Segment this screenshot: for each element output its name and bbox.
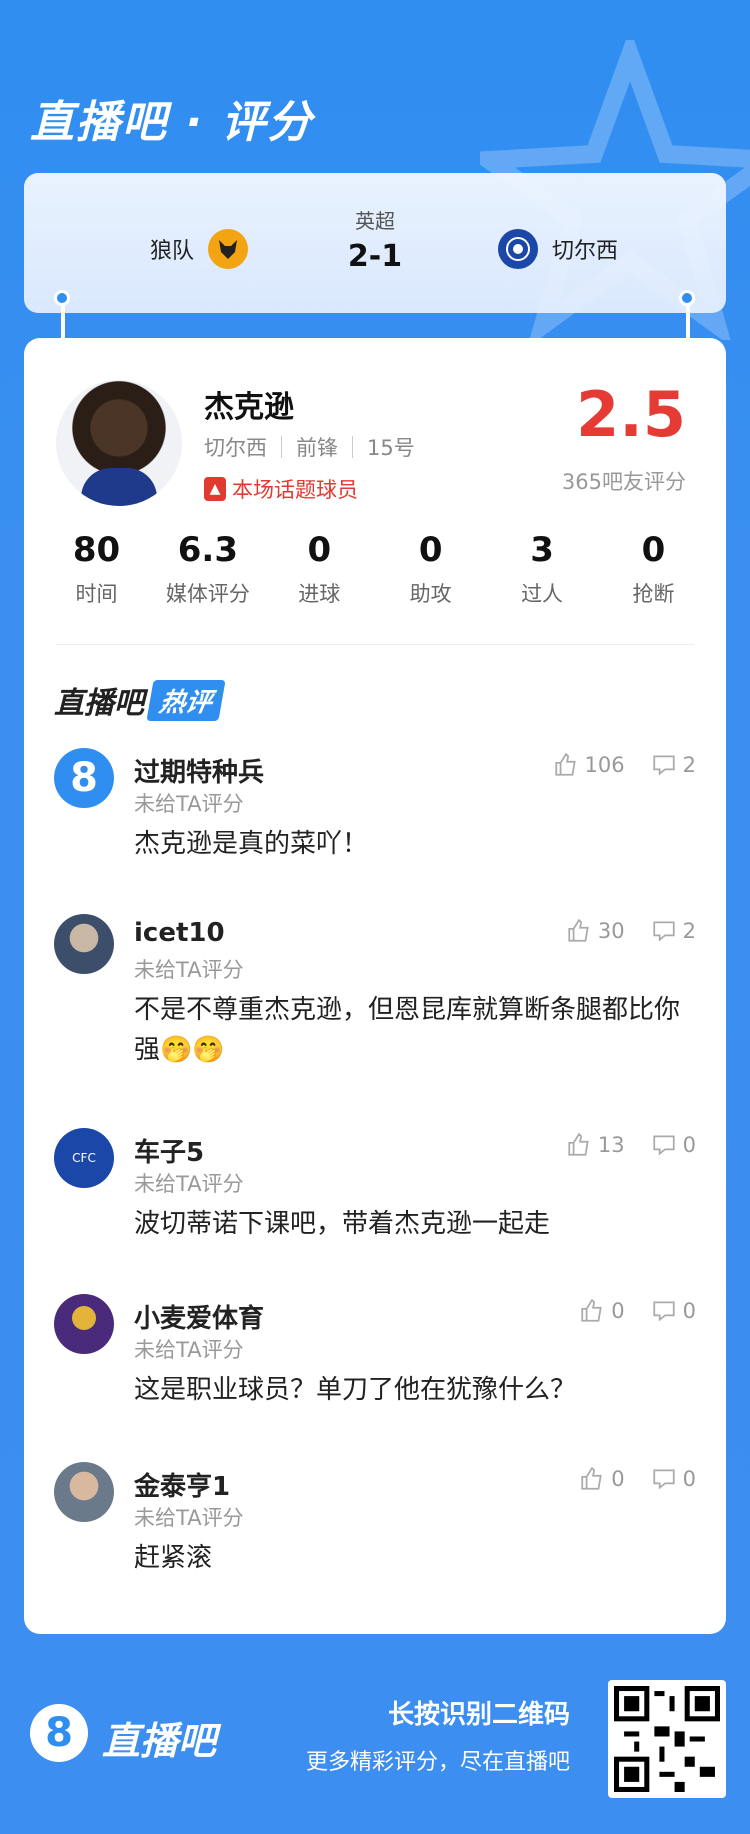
comment-actions: 30 2 [566,918,696,944]
rating-label: 365吧友评分 [561,470,686,494]
meta-divider [281,436,282,458]
app-title: 直播吧 · 评分 [30,97,314,148]
player-meta: 切尔西 前锋 15号 [204,432,415,462]
thumbs-up-icon [554,752,576,776]
comment-text: 赶紧滚 [134,1543,213,1573]
comment-username[interactable]: 过期特种兵 [134,752,264,789]
comment-bubble-icon [653,1301,675,1322]
footer-tagline: 更多精彩评分，尽在直播吧 [305,1750,570,1775]
user-avatar[interactable] [54,914,114,974]
comment-bubble-icon [653,755,675,776]
player-name: 杰克逊 [204,390,294,425]
comment-actions: 0 0 [579,1466,696,1492]
comment-username[interactable]: 小麦爱体育 [134,1298,264,1335]
thumbs-up-icon [568,1132,589,1156]
away-team-name: 切尔西 [552,239,619,264]
comment-actions: 0 0 [579,1298,696,1324]
reply-button[interactable]: 2 [651,752,696,778]
meta-divider [352,436,353,458]
user-avatar[interactable]: CFC [54,1128,114,1188]
comment-text: 波切蒂诺下课吧，带着杰克逊一起走 [134,1209,551,1239]
thumbs-up-icon [581,1466,602,1490]
comment-rating-status: 未给TA评分 [134,1506,244,1530]
comment-rating-status: 未给TA评分 [134,1338,244,1362]
stat-tackles: 0 抢断 [632,530,675,606]
card-connector-left [61,302,65,338]
footer-logo-text: 直播吧 [102,1719,217,1763]
user-avatar[interactable]: 8 [54,748,114,808]
comment-text: 这是职业球员？单刀了他在犹豫什么？ [134,1375,577,1405]
stat-goals: 0 进球 [298,530,341,606]
reply-button[interactable]: 2 [651,918,696,944]
footer-qr-hint: 长按识别二维码 [387,1700,570,1730]
like-button[interactable]: 13 [566,1132,625,1158]
chelsea-badge-icon [498,229,538,269]
user-avatar[interactable] [54,1462,114,1522]
flame-icon: ▲ [204,477,226,501]
reply-button[interactable]: 0 [651,1298,696,1324]
like-button[interactable]: 30 [566,918,625,944]
stat-assists: 0 助攻 [409,530,452,606]
hot-player-label: 本场话题球员 [232,478,358,502]
comment-bubble-icon [653,1135,675,1156]
stats-row: 80 时间 6.3 媒体评分 0 进球 0 助攻 3 过人 0 抢断 [44,530,706,608]
thumbs-up-icon [568,918,589,942]
comment-rating-status: 未给TA评分 [134,792,244,816]
stat-dribbles: 3 过人 [521,530,564,606]
section-divider [56,644,694,645]
qr-code-icon [614,1686,720,1792]
comment-rating-status: 未给TA评分 [134,958,244,982]
stat-media-rating: 6.3 媒体评分 [165,530,250,606]
reply-button[interactable]: 0 [651,1466,696,1492]
like-button[interactable]: 0 [579,1298,625,1324]
like-button[interactable]: 106 [553,752,625,778]
comment-text: 杰克逊是真的菜吖！ [134,829,369,859]
user-avatar[interactable] [54,1294,114,1354]
away-team: 切尔西 [498,229,618,269]
reply-button[interactable]: 0 [651,1132,696,1158]
hot-comments-header: 直播吧 热评 [54,678,226,722]
match-score: 2-1 [347,239,403,274]
comment-bubble-icon [653,921,675,942]
player-club: 切尔西 [204,436,267,460]
hot-player-tag: ▲ 本场话题球员 [204,474,358,504]
footer: 8 直播吧 长按识别二维码 更多精彩评分，尽在直播吧 [0,1660,750,1834]
stat-minutes: 80 时间 [72,530,121,606]
comment-username[interactable]: 金泰亨1 [134,1466,230,1503]
player-rating-card: 杰克逊 切尔西 前锋 15号 ▲ 本场话题球员 2.5 365吧友评分 80 时间… [24,338,726,1634]
comment-bubble-icon [653,1469,675,1490]
comment-actions: 13 0 [566,1132,696,1158]
thumbs-up-icon [581,1298,602,1322]
card-pin-left [54,290,70,306]
comment-username[interactable]: icet10 [134,918,225,948]
player-number: 15号 [367,436,415,460]
qr-code[interactable] [608,1680,726,1798]
hot-comments-pill: 热评 [146,679,226,721]
comment-text: 不是不尊重杰克逊，但恩昆库就算断条腿都比你强🤭🤭 [134,995,681,1065]
player-position: 前锋 [296,436,338,460]
card-connector-right [686,302,690,338]
like-button[interactable]: 0 [579,1466,625,1492]
comment-username[interactable]: 车子5 [134,1132,204,1169]
comment-actions: 106 2 [553,752,696,778]
card-pin-right [679,290,695,306]
league-name: 英超 [355,209,395,233]
player-rating: 2.5 [576,378,686,451]
comment-rating-status: 未给TA评分 [134,1172,244,1196]
hot-comments-brand: 直播吧 [54,686,144,721]
player-avatar [56,380,182,506]
match-card: 狼队 英超 2-1 切尔西 [24,173,726,313]
zhibo8-logo-icon: 8 [30,1704,88,1762]
